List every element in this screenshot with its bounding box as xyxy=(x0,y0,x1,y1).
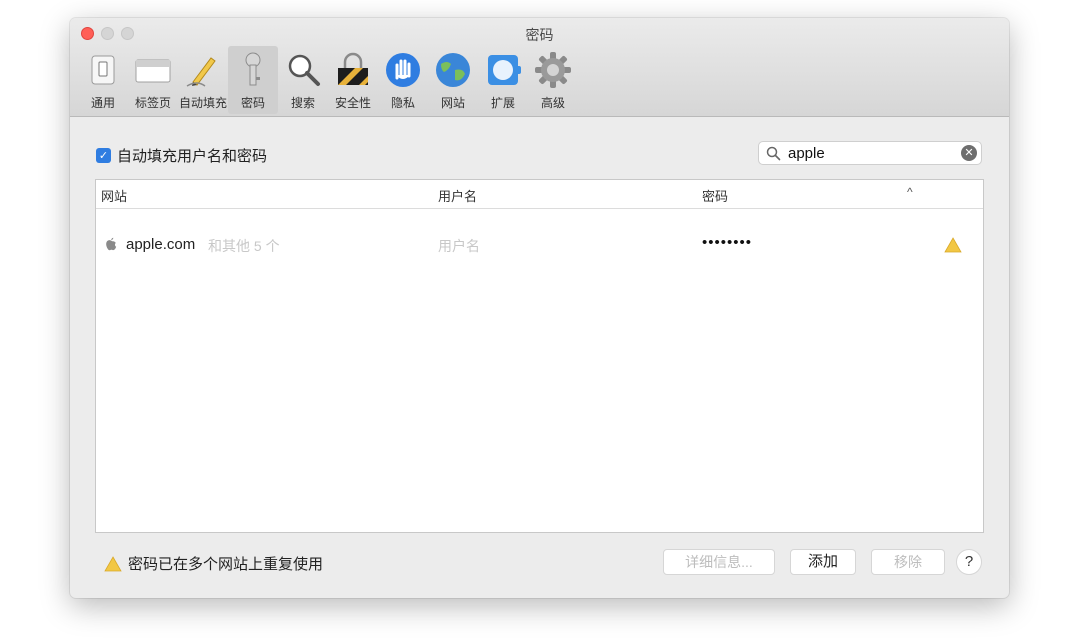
reused-password-warning-icon xyxy=(944,237,962,253)
tab-privacy-label: 隐私 xyxy=(390,96,415,110)
reused-password-text: 密码已在多个网站上重复使用 xyxy=(128,556,324,573)
tab-advanced-label: 高级 xyxy=(540,96,565,110)
key-icon xyxy=(245,52,261,86)
row-website-extra: 和其他 5 个 xyxy=(208,238,280,254)
search-magnifier-icon xyxy=(288,54,320,86)
general-icon xyxy=(91,55,115,85)
tab-search[interactable]: 搜索 xyxy=(278,46,328,114)
remove-button[interactable]: 移除 xyxy=(871,549,945,575)
tab-search-label: 搜索 xyxy=(290,96,315,110)
window-title: 密码 xyxy=(525,27,554,43)
extensions-icon xyxy=(488,55,521,85)
autofill-checkbox[interactable]: ✓ xyxy=(96,148,111,163)
reused-password-notice: 密码已在多个网站上重复使用 xyxy=(104,553,323,574)
preferences-window: 密码 通用 标签页 自动填充 密码 搜索 安全性 隐私 网站 扩展 高级 ✓ 自… xyxy=(70,18,1009,598)
details-button[interactable]: 详细信息... xyxy=(663,549,775,575)
clear-search-icon[interactable]: ✕ xyxy=(961,145,977,161)
tab-general-label: 通用 xyxy=(90,96,115,110)
search-icon xyxy=(766,146,781,161)
gear-icon xyxy=(535,52,571,88)
tab-advanced[interactable]: 高级 xyxy=(528,46,578,114)
column-header-password[interactable]: 密码 xyxy=(702,186,728,205)
tab-extensions-label: 扩展 xyxy=(490,96,515,110)
tab-autofill[interactable]: 自动填充 xyxy=(178,46,228,114)
autofill-checkbox-label: 自动填充用户名和密码 xyxy=(117,148,268,165)
tab-extensions[interactable]: 扩展 xyxy=(478,46,528,114)
row-password: •••••••• xyxy=(702,234,753,251)
table-header: 网站 用户名 密码 ^ xyxy=(96,180,983,209)
table-row[interactable]: apple.com 和其他 5 个 用户名 •••••••• xyxy=(96,232,983,260)
search-field[interactable]: apple ✕ xyxy=(758,141,982,165)
privacy-hand-icon xyxy=(386,53,420,87)
tab-passwords[interactable]: 密码 xyxy=(228,46,278,114)
add-button[interactable]: 添加 xyxy=(790,549,856,575)
column-header-username[interactable]: 用户名 xyxy=(438,186,477,205)
tab-websites-label: 网站 xyxy=(440,96,465,110)
warning-icon xyxy=(104,555,122,571)
autofill-option[interactable]: ✓ 自动填充用户名和密码 xyxy=(96,145,267,166)
security-lock-icon xyxy=(338,52,368,85)
tab-websites[interactable]: 网站 xyxy=(428,46,478,114)
tab-tabs-label: 标签页 xyxy=(134,96,171,110)
help-button[interactable]: ? xyxy=(956,549,982,575)
passwords-pane: ✓ 自动填充用户名和密码 apple ✕ 网站 用户名 密码 ^ apple.c… xyxy=(70,117,1009,598)
globe-icon xyxy=(436,53,470,87)
tab-general[interactable]: 通用 xyxy=(78,46,128,114)
tab-tabs[interactable]: 标签页 xyxy=(128,46,178,114)
preferences-toolbar: 通用 标签页 自动填充 密码 搜索 安全性 隐私 网站 扩展 高级 xyxy=(78,46,578,114)
row-website: apple.com xyxy=(126,236,196,253)
passwords-table: 网站 用户名 密码 ^ apple.com 和其他 5 个 用户名 ••••••… xyxy=(95,179,984,533)
titlebar: 密码 通用 标签页 自动填充 密码 搜索 安全性 隐私 网站 扩展 高级 xyxy=(70,18,1009,117)
sort-indicator-icon: ^ xyxy=(907,185,913,199)
apple-logo-icon xyxy=(106,237,117,251)
search-input-value[interactable]: apple xyxy=(788,145,825,162)
tab-security[interactable]: 安全性 xyxy=(328,46,378,114)
tab-privacy[interactable]: 隐私 xyxy=(378,46,428,114)
column-header-website[interactable]: 网站 xyxy=(101,186,127,205)
tab-security-label: 安全性 xyxy=(334,96,371,110)
tab-passwords-label: 密码 xyxy=(240,96,265,110)
tabs-icon xyxy=(135,59,171,83)
autofill-pencil-icon xyxy=(186,57,216,87)
tab-autofill-label: 自动填充 xyxy=(178,96,227,110)
row-username: 用户名 xyxy=(438,238,480,254)
